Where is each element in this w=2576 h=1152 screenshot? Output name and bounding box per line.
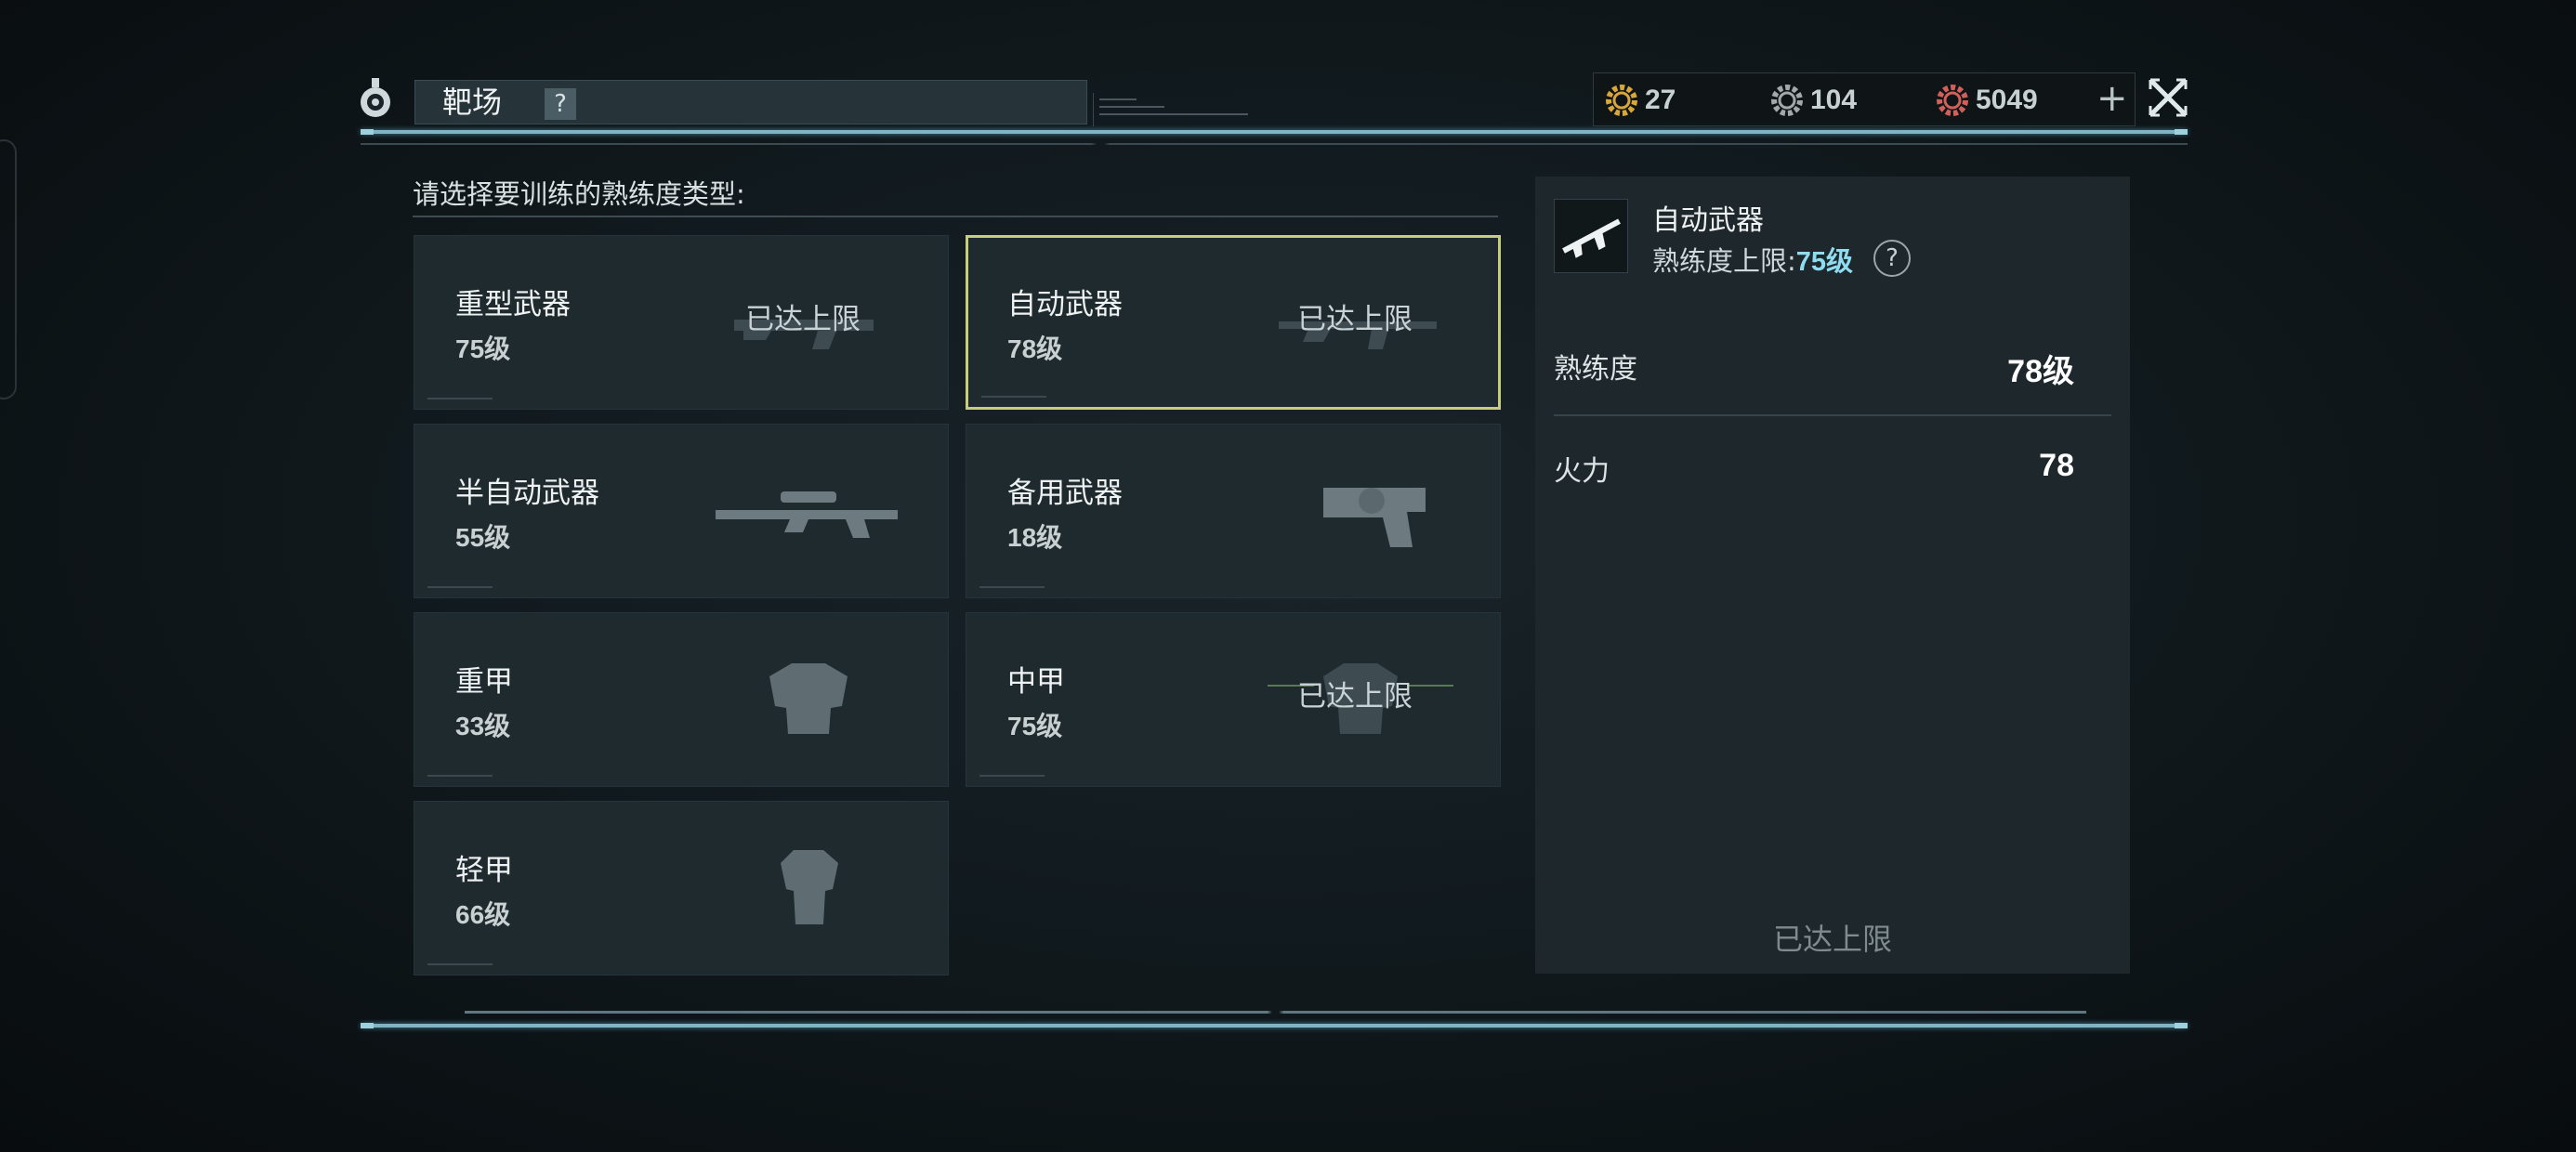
frame-cap	[361, 129, 374, 135]
category-card-heavy-weapon[interactable]: 重型武器 75级 已达上限	[414, 235, 949, 410]
detail-cap: 熟练度上限:75级	[1652, 240, 1853, 279]
frame-cap	[361, 1023, 374, 1028]
decorative-microtext	[979, 586, 1045, 588]
decorative-microtext	[981, 396, 1046, 398]
frame-top-subline	[361, 143, 2188, 145]
shooting-range-icon	[357, 76, 394, 123]
close-button[interactable]	[2147, 76, 2189, 119]
frame-bottom-line	[361, 1024, 2188, 1028]
category-card-sidearm[interactable]: 备用武器 18级	[966, 424, 1501, 598]
decorative-microtext	[427, 586, 493, 588]
frame-bottom-subline	[465, 1011, 2086, 1014]
section-title: 请选择要训练的熟练度类型:	[413, 178, 745, 210]
maxed-label: 已达上限	[1297, 303, 1413, 336]
detail-help-button[interactable]: ?	[1873, 240, 1911, 277]
stat-divider	[1554, 414, 2111, 416]
currency-gold: 27	[1604, 80, 1676, 121]
category-card-heavy-armor[interactable]: 重甲 33级	[414, 612, 949, 787]
title-bar	[414, 80, 1087, 124]
currency-gold-amount: 27	[1645, 85, 1676, 115]
detail-panel: 自动武器 熟练度上限:75级 ? 熟练度 78级 火力 78 已达上限	[1535, 177, 2130, 974]
pistol-icon	[1323, 488, 1426, 547]
light-armor-icon	[781, 850, 838, 924]
stat-row-proficiency: 熟练度 78级	[1554, 346, 2111, 401]
red-gear-icon	[1937, 85, 1968, 116]
add-currency-button[interactable]: +	[2096, 78, 2128, 119]
sniper-rifle-icon	[716, 491, 898, 538]
category-name: 半自动武器	[455, 477, 599, 510]
decorative-microtext	[427, 775, 493, 777]
assault-rifle-icon	[1562, 218, 1621, 258]
category-name: 备用武器	[1007, 477, 1123, 510]
game-screen: 靶场 ? 27 104 5049 + 请选择要训练的熟练度类型: 重型武器 75…	[0, 0, 2576, 1152]
stat-label: 熟练度	[1554, 353, 1637, 386]
category-level: 78级	[1007, 334, 1063, 363]
currency-red: 5049	[1935, 80, 2038, 121]
category-card-semi-auto-weapon[interactable]: 半自动武器 55级	[414, 424, 949, 598]
maxed-status: 已达上限	[1772, 922, 1892, 957]
close-icon	[2149, 78, 2188, 117]
category-card-medium-armor[interactable]: 中甲 75级 已达上限	[966, 612, 1501, 787]
decorative-microtext	[1093, 93, 1269, 126]
page-title: 靶场	[442, 85, 503, 120]
currency-red-amount: 5049	[1976, 85, 2038, 115]
category-name: 中甲	[1007, 665, 1065, 699]
category-name: 重甲	[455, 665, 513, 699]
currency-silver-amount: 104	[1810, 85, 1858, 115]
frame-cap	[2175, 129, 2188, 135]
category-card-automatic-weapon[interactable]: 自动武器 78级 已达上限	[966, 235, 1501, 410]
decorative-microtext	[427, 398, 493, 399]
category-level: 75级	[1007, 712, 1063, 740]
silver-gear-icon	[1771, 85, 1803, 116]
decorative-microtext	[979, 775, 1045, 777]
section-divider	[413, 216, 1498, 217]
category-name: 自动武器	[1007, 288, 1123, 321]
detail-cap-label: 熟练度上限:	[1652, 245, 1796, 277]
category-name: 轻甲	[455, 854, 513, 887]
category-level: 18级	[1007, 523, 1063, 552]
category-name: 重型武器	[455, 288, 571, 321]
stat-value: 78	[2039, 448, 2074, 483]
frame-top-line	[361, 130, 2188, 134]
heavy-armor-icon	[769, 663, 848, 734]
currency-silver: 104	[1769, 80, 1857, 121]
category-level: 55级	[455, 523, 511, 552]
decorative-microtext	[427, 963, 493, 965]
detail-title: 自动武器	[1652, 204, 1764, 237]
detail-weapon-slot	[1554, 199, 1628, 273]
detail-cap-value: 75级	[1795, 247, 1854, 277]
category-level: 66级	[455, 900, 511, 929]
title-help-button[interactable]: ?	[545, 88, 576, 120]
stat-label: 火力	[1554, 455, 1610, 488]
gold-gear-icon	[1606, 85, 1637, 116]
device-notch	[0, 139, 17, 399]
stat-value: 78级	[2007, 354, 2074, 389]
category-card-light-armor[interactable]: 轻甲 66级	[414, 801, 949, 975]
frame-cap	[2175, 1023, 2188, 1028]
stat-row-firepower: 火力 78	[1554, 448, 2111, 504]
category-level: 33级	[455, 712, 511, 740]
maxed-label: 已达上限	[745, 303, 861, 336]
category-level: 75级	[455, 334, 511, 363]
maxed-label: 已达上限	[1297, 680, 1413, 713]
